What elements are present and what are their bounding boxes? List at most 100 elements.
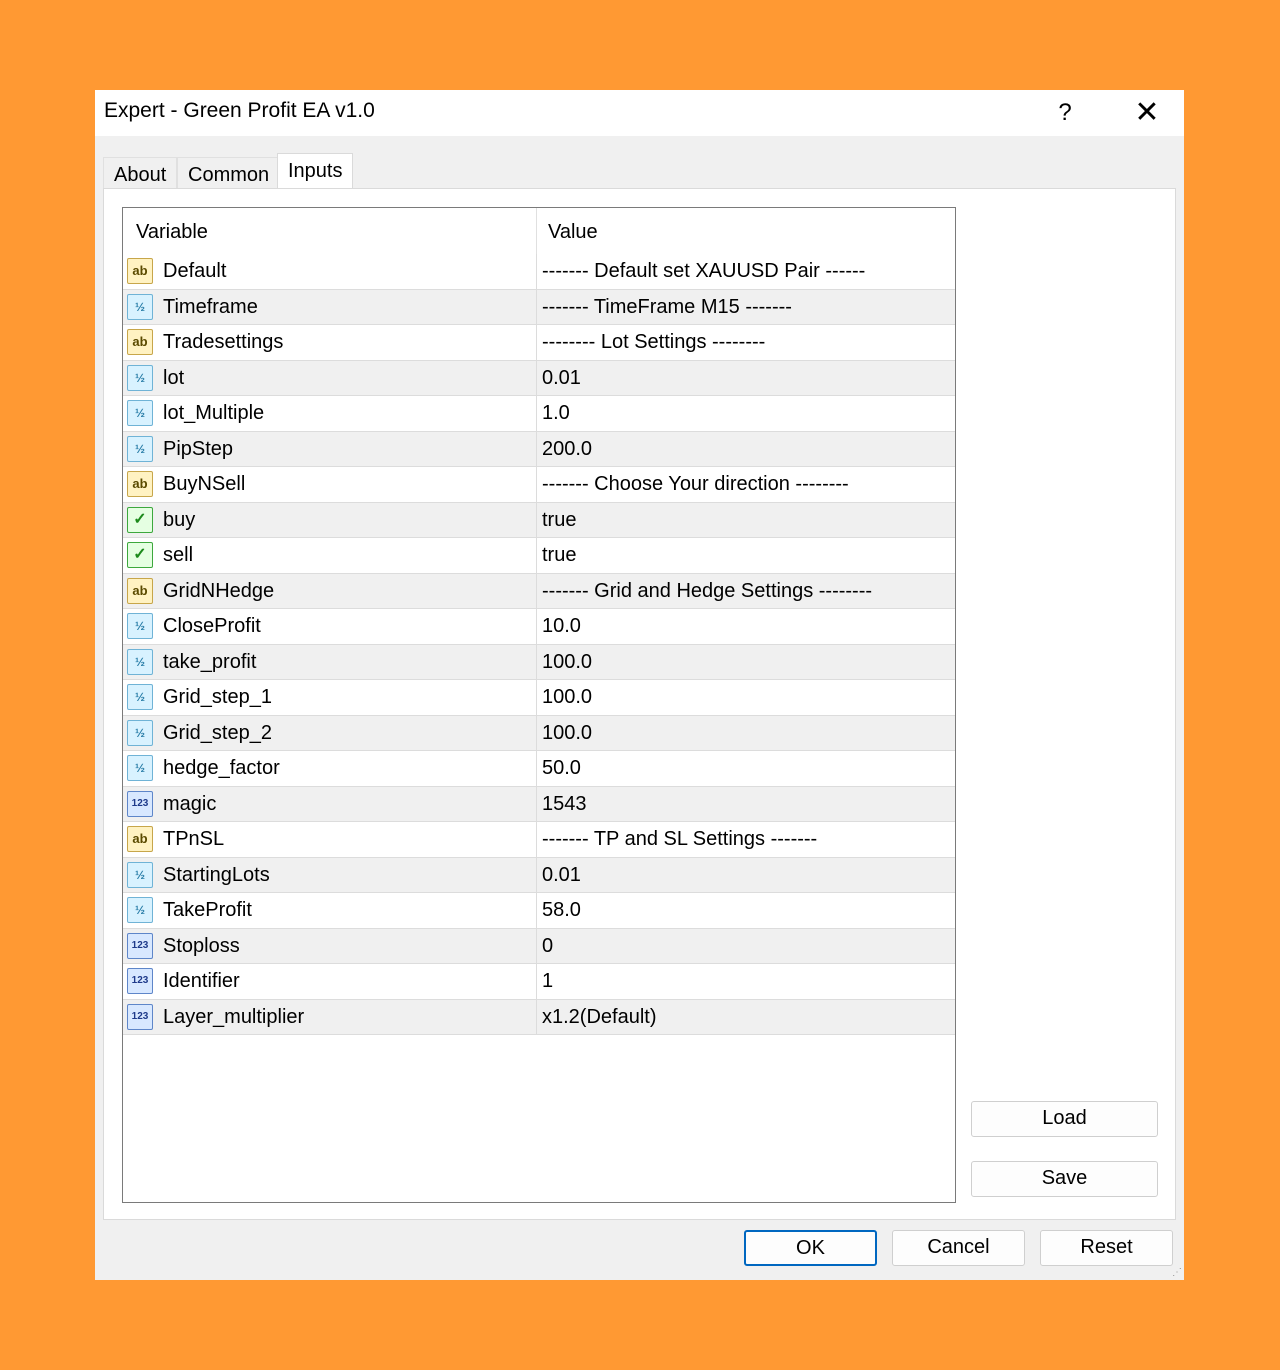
variable-cell[interactable]: ½ take_profit: [123, 644, 537, 679]
table-row[interactable]: 123 Identifier 1: [123, 964, 955, 1000]
value-cell[interactable]: 10.0: [542, 609, 581, 644]
variable-cell[interactable]: ab TPnSL: [123, 822, 537, 857]
variable-name: magic: [163, 792, 217, 815]
table-row[interactable]: ½ lot_Multiple 1.0: [123, 396, 955, 432]
value-cell[interactable]: 100.0: [542, 680, 592, 715]
variable-cell[interactable]: ab BuyNSell: [123, 467, 537, 502]
variable-cell[interactable]: ½ lot: [123, 360, 537, 395]
table-row[interactable]: ab GridNHedge ------- Grid and Hedge Setti…: [123, 573, 955, 609]
table-row[interactable]: ✓ buy true: [123, 502, 955, 538]
table-row[interactable]: 123 Layer_multiplier x1.2(Default): [123, 999, 955, 1035]
value-cell[interactable]: 50.0: [542, 751, 581, 786]
variable-cell[interactable]: ✓ sell: [123, 538, 537, 573]
column-header-variable[interactable]: Variable: [136, 221, 208, 244]
double-type-icon: ½: [127, 719, 153, 746]
value-cell[interactable]: true: [542, 538, 576, 573]
table-row[interactable]: ½ hedge_factor 50.0: [123, 751, 955, 787]
variable-cell[interactable]: ½ StartingLots: [123, 857, 537, 892]
value-cell[interactable]: -------- Lot Settings --------: [542, 325, 765, 360]
variable-name: buy: [163, 508, 196, 531]
value-cell[interactable]: true: [542, 503, 576, 538]
variable-cell[interactable]: ½ Grid_step_1: [123, 680, 537, 715]
window-title: Expert - Green Profit EA v1.0: [104, 99, 375, 122]
save-button[interactable]: Save: [971, 1161, 1158, 1197]
variable-cell[interactable]: ab Default: [123, 254, 537, 289]
value-cell[interactable]: 100.0: [542, 645, 592, 680]
variable-cell[interactable]: ½ hedge_factor: [123, 751, 537, 786]
load-button[interactable]: Load: [971, 1101, 1158, 1137]
tab-inputs[interactable]: Inputs: [277, 153, 354, 190]
table-row[interactable]: ½ Grid_step_2 100.0: [123, 715, 955, 751]
variable-name: Default: [163, 260, 227, 282]
variable-cell[interactable]: ½ Grid_step_2: [123, 715, 537, 750]
value-cell[interactable]: ------- TP and SL Settings -------: [542, 822, 817, 857]
column-separator[interactable]: [536, 208, 537, 254]
table-row[interactable]: 123 magic 1543: [123, 786, 955, 822]
variable-cell[interactable]: ½ CloseProfit: [123, 609, 537, 644]
cancel-button[interactable]: Cancel: [892, 1230, 1025, 1266]
variable-cell[interactable]: 123 magic: [123, 786, 537, 821]
variable-cell[interactable]: ½ TakeProfit: [123, 893, 537, 928]
variable-cell[interactable]: ½ Timeframe: [123, 289, 537, 324]
close-icon[interactable]: ✕: [1125, 94, 1169, 132]
table-row[interactable]: ½ take_profit 100.0: [123, 644, 955, 680]
reset-button[interactable]: Reset: [1040, 1230, 1173, 1266]
variable-cell[interactable]: ab Tradesettings: [123, 325, 537, 360]
table-row[interactable]: ab BuyNSell ------- Choose Your direction …: [123, 467, 955, 503]
title-bar: Expert - Green Profit EA v1.0 ? ✕: [95, 90, 1184, 136]
value-cell[interactable]: ------- Choose Your direction --------: [542, 467, 849, 502]
variable-cell[interactable]: ✓ buy: [123, 502, 537, 537]
variable-cell[interactable]: ab GridNHedge: [123, 573, 537, 608]
variable-cell[interactable]: 123 Layer_multiplier: [123, 999, 537, 1034]
value-cell[interactable]: 100.0: [542, 716, 592, 751]
variable-name: CloseProfit: [163, 615, 261, 637]
value-cell[interactable]: 0: [542, 929, 553, 964]
table-row[interactable]: 123 Stoploss 0: [123, 928, 955, 964]
value-cell[interactable]: 0.01: [542, 361, 581, 396]
variable-cell[interactable]: 123 Identifier: [123, 964, 537, 999]
table-row[interactable]: ✓ sell true: [123, 538, 955, 574]
double-type-icon: ½: [127, 755, 153, 781]
variable-name: sell: [163, 544, 194, 566]
double-type-icon: ½: [127, 684, 153, 710]
variable-cell[interactable]: ½ lot_Multiple: [123, 396, 537, 431]
value-cell[interactable]: 58.0: [542, 893, 581, 928]
help-button[interactable]: ?: [1043, 94, 1087, 132]
table-row[interactable]: ab TPnSL ------- TP and SL Settings ------…: [123, 822, 955, 858]
value-cell[interactable]: 1: [542, 964, 553, 999]
table-row[interactable]: ½ CloseProfit 10.0: [123, 609, 955, 645]
value-cell[interactable]: ------- TimeFrame M15 -------: [542, 290, 792, 325]
value-cell[interactable]: ------- Grid and Hedge Settings --------: [542, 574, 872, 609]
value-cell[interactable]: 200.0: [542, 432, 592, 467]
integer-type-icon: 123: [127, 968, 153, 994]
resize-grip-icon[interactable]: ⋰: [1172, 1267, 1182, 1278]
table-row[interactable]: ab Default ------- Default set XAUUSD Pair…: [123, 254, 955, 290]
table-row[interactable]: ½ Grid_step_1 100.0: [123, 680, 955, 716]
table-row[interactable]: ½ PipStep 200.0: [123, 431, 955, 467]
variable-cell[interactable]: ½ PipStep: [123, 431, 537, 466]
ok-button[interactable]: OK: [744, 1230, 877, 1266]
string-type-icon: ab: [127, 329, 153, 355]
expert-dialog: Expert - Green Profit EA v1.0 ? ✕ About …: [95, 90, 1184, 1280]
table-row[interactable]: ab Tradesettings -------- Lot Settings ---…: [123, 325, 955, 361]
tab-common[interactable]: Common: [177, 157, 281, 189]
table-row[interactable]: ½ Timeframe ------- TimeFrame M15 -------: [123, 289, 955, 325]
value-cell[interactable]: 1543: [542, 787, 587, 822]
variable-name: lot: [163, 366, 185, 389]
value-cell[interactable]: 0.01: [542, 858, 581, 893]
value-cell[interactable]: 1.0: [542, 396, 570, 431]
string-type-icon: ab: [127, 471, 153, 497]
column-header-value[interactable]: Value: [548, 221, 598, 244]
table-row[interactable]: ½ StartingLots 0.01: [123, 857, 955, 893]
string-type-icon: ab: [127, 577, 153, 604]
grid-rows: ab Default ------- Default set XAUUSD Pair…: [123, 254, 955, 1035]
table-row[interactable]: ½ lot 0.01: [123, 360, 955, 396]
value-cell[interactable]: x1.2(Default): [542, 1000, 657, 1035]
tab-about[interactable]: About: [103, 157, 178, 189]
table-row[interactable]: ½ TakeProfit 58.0: [123, 893, 955, 929]
value-cell[interactable]: ------- Default set XAUUSD Pair ------: [542, 254, 865, 289]
variable-name: TPnSL: [163, 828, 225, 850]
variable-cell[interactable]: 123 Stoploss: [123, 928, 537, 963]
double-type-icon: ½: [127, 897, 153, 923]
variable-name: Grid_step_1: [163, 686, 272, 708]
